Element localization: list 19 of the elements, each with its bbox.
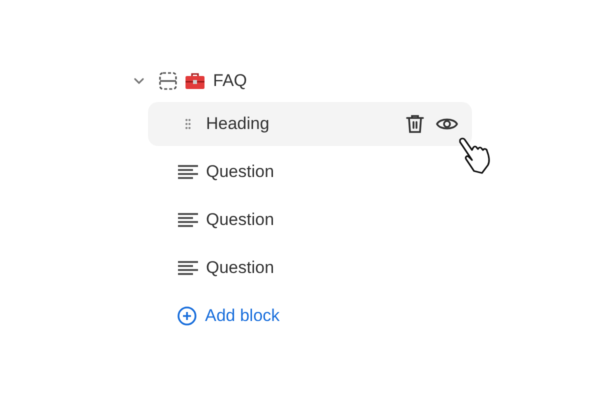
block-label: Question [206,210,276,230]
block-row[interactable]: Question [148,150,472,194]
text-lines-icon [178,212,198,228]
section-layout-icon [159,72,177,90]
text-lines-icon [178,164,198,180]
block-label: Heading [206,114,270,134]
trash-icon[interactable] [406,114,424,134]
eye-icon[interactable] [436,116,458,132]
block-row[interactable]: Question [148,246,472,290]
add-block-button[interactable]: Add block [148,294,472,338]
text-lines-icon [178,260,198,276]
block-label: Question [206,258,276,278]
section-title: FAQ [213,71,248,91]
block-row[interactable]: Question [148,198,472,242]
chevron-icon[interactable] [133,75,145,87]
plus-circle-icon [177,306,197,326]
block-label: Question [206,162,276,182]
block-row[interactable]: Heading [148,102,472,146]
toolbox-icon [185,72,205,90]
